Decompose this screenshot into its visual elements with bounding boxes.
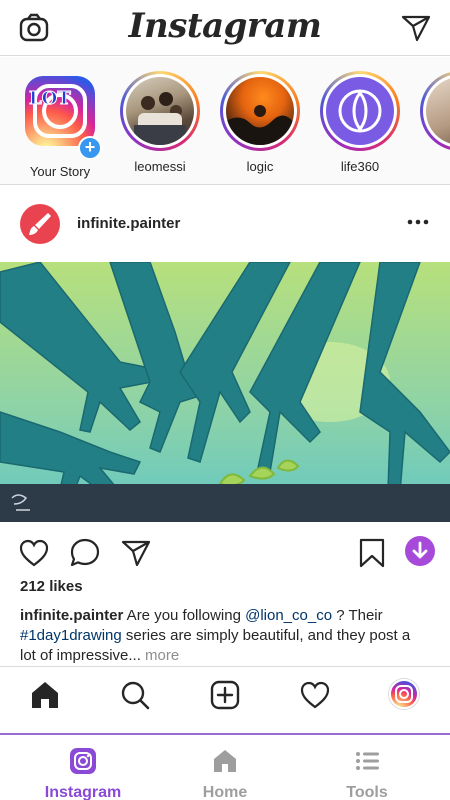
story-label: cri (418, 159, 450, 174)
story-label: logic (246, 159, 274, 174)
share-paper-plane-icon[interactable] (120, 537, 152, 569)
story-avatar (326, 77, 394, 145)
stories-tray: LOT + Your Story leomessi logic life360 (0, 57, 450, 185)
bookmark-icon[interactable] (356, 537, 388, 569)
story-label: life360 (340, 159, 380, 174)
caption-text: Are you following (123, 607, 246, 624)
more-options-icon[interactable] (406, 212, 430, 232)
top-header: Instagram (0, 0, 450, 56)
story-label: leomessi (134, 159, 186, 174)
app-tab-label: Instagram (44, 784, 122, 800)
app-tab-label: Tools (346, 784, 388, 800)
caption-hashtag[interactable]: #1day1drawing (20, 627, 122, 644)
avatar-overlay-text: LOT (29, 88, 72, 110)
app-tab-instagram[interactable]: Instagram (28, 747, 138, 800)
story-leomessi[interactable]: leomessi (118, 71, 202, 174)
post-illustration (0, 262, 450, 522)
story-avatar (126, 77, 194, 145)
like-heart-icon[interactable] (18, 537, 50, 569)
caption-text: ? Their (332, 607, 383, 624)
story-your-story[interactable]: LOT + Your Story (18, 71, 102, 179)
app-tab-tools[interactable]: Tools (312, 747, 422, 800)
home-icon[interactable] (29, 679, 61, 711)
add-post-icon[interactable] (209, 679, 241, 711)
bottom-tab-bar (0, 666, 450, 722)
post-author-username[interactable]: infinite.painter (77, 215, 180, 232)
download-arrow-icon (412, 541, 428, 559)
paintbrush-icon (29, 213, 51, 235)
app-tab-home[interactable]: Home (170, 747, 280, 800)
story-avatar (426, 77, 450, 145)
instagram-icon (70, 748, 96, 774)
search-icon[interactable] (119, 679, 151, 711)
profile-avatar[interactable] (389, 679, 421, 711)
post-author-avatar[interactable] (20, 204, 60, 244)
instagram-logo: Instagram (128, 6, 322, 46)
post-header: infinite.painter (0, 186, 450, 262)
story-logic[interactable]: logic (218, 71, 302, 174)
post-image[interactable] (0, 262, 450, 522)
post-caption: infinite.painter Are you following @lion… (20, 606, 430, 666)
add-story-icon[interactable]: + (78, 136, 102, 160)
app-switcher-bar: Instagram Home Tools (0, 733, 450, 800)
caption-more-link[interactable]: more (141, 647, 179, 664)
post-actions (0, 522, 450, 582)
story-life360[interactable]: life360 (318, 71, 402, 174)
likes-count[interactable]: 212 likes (20, 578, 83, 595)
profile-avatar-image (389, 679, 419, 709)
list-icon (356, 752, 379, 770)
home-icon (214, 750, 236, 772)
caption-mention[interactable]: @lion_co_co (245, 607, 332, 624)
caption-username[interactable]: infinite.painter (20, 607, 123, 624)
activity-heart-icon[interactable] (299, 679, 331, 711)
comment-icon[interactable] (69, 537, 101, 569)
your-story-avatar: LOT (25, 76, 95, 146)
download-button[interactable] (405, 536, 435, 566)
paper-plane-icon[interactable] (400, 12, 432, 44)
app-tab-label: Home (202, 784, 248, 800)
story-avatar (226, 77, 294, 145)
story-cri[interactable]: cri (418, 71, 450, 174)
story-label: Your Story (29, 164, 91, 179)
